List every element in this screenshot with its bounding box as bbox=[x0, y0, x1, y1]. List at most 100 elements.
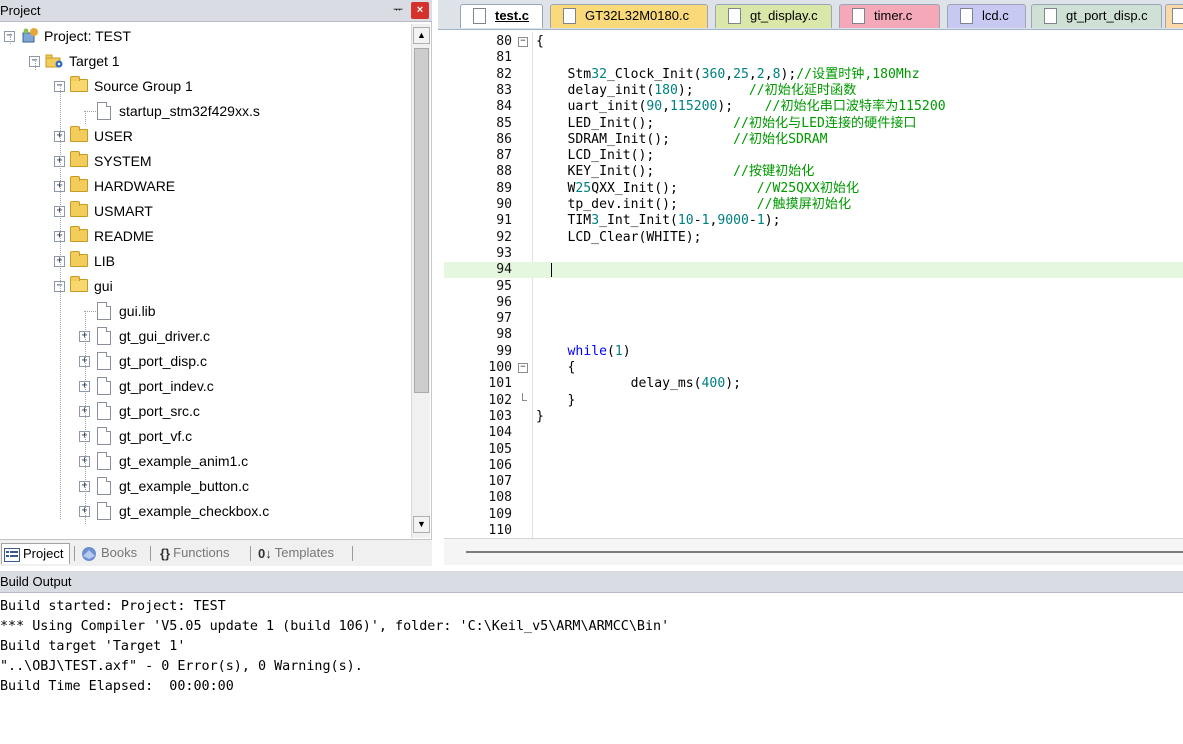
tree-item[interactable]: + LIB bbox=[0, 249, 411, 274]
code-line[interactable]: 102 } bbox=[444, 392, 1183, 409]
tree-item[interactable]: + USER bbox=[0, 124, 411, 149]
tree-item[interactable]: + gt_example_button.c bbox=[0, 474, 411, 499]
tree-item[interactable]: + gt_port_vf.c bbox=[0, 424, 411, 449]
code-line[interactable]: 95 bbox=[444, 279, 1183, 295]
fold-end-marker bbox=[522, 392, 527, 401]
tree-item[interactable]: − Source Group 1 bbox=[0, 74, 411, 99]
code-editor[interactable]: 80−{81 82 Stm32_Clock_Init(360,25,2,8);//… bbox=[444, 32, 1183, 538]
code-line[interactable]: 92 LCD_Clear(WHITE); bbox=[444, 230, 1183, 246]
code-line[interactable]: 85 LED_Init(); //初始化与LED连接的硬件接口 bbox=[444, 116, 1183, 132]
tab-books[interactable]: Books bbox=[80, 543, 137, 564]
line-number: 83 bbox=[496, 82, 512, 98]
horizontal-scroll-track[interactable] bbox=[466, 551, 1183, 553]
editor-tab-gt-port-disp-c[interactable]: gt_port_disp.c bbox=[1031, 4, 1162, 28]
code-line[interactable]: 87 LCD_Init(); bbox=[444, 148, 1183, 164]
functions-icon: {} bbox=[160, 545, 171, 561]
tree-item[interactable]: + gt_port_disp.c bbox=[0, 349, 411, 374]
code-line[interactable]: 108 bbox=[444, 490, 1183, 506]
line-number: 92 bbox=[496, 229, 512, 245]
file-icon bbox=[960, 8, 973, 24]
tree-item[interactable]: − gui bbox=[0, 274, 411, 299]
tree-item[interactable]: + gt_gui_driver.c bbox=[0, 324, 411, 349]
line-number: 102 bbox=[488, 392, 512, 408]
tree-item[interactable]: − Target 1 bbox=[0, 49, 411, 74]
line-number: 103 bbox=[488, 408, 512, 424]
code-line[interactable]: 82 Stm32_Clock_Init(360,25,2,8);//设置时钟,1… bbox=[444, 67, 1183, 83]
close-icon[interactable]: × bbox=[411, 2, 429, 19]
code-line[interactable]: 103} bbox=[444, 409, 1183, 425]
code-line[interactable]: 107 bbox=[444, 474, 1183, 490]
line-number: 86 bbox=[496, 131, 512, 147]
tab-functions[interactable]: {} Functions bbox=[160, 543, 230, 564]
code-line[interactable]: 110 bbox=[444, 523, 1183, 538]
editor-tab-gt32l32m0180-c[interactable]: GT32L32M0180.c bbox=[550, 4, 708, 28]
tab-templates[interactable]: 0↓ Templates bbox=[258, 543, 334, 564]
editor-tab-gt-display-c[interactable]: gt_display.c bbox=[715, 4, 832, 28]
code-line[interactable]: 88 KEY_Init(); //按键初始化 bbox=[444, 164, 1183, 180]
code-line[interactable]: 83 delay_init(180); //初始化延时函数 bbox=[444, 83, 1183, 99]
tree-item[interactable]: + gt_example_checkbox.c bbox=[0, 499, 411, 524]
pin-icon[interactable]: ᅲ bbox=[391, 2, 405, 18]
line-number: 89 bbox=[496, 180, 512, 196]
fold-collapse-icon[interactable]: − bbox=[518, 363, 528, 373]
code-line[interactable]: 104 bbox=[444, 425, 1183, 441]
line-number: 107 bbox=[488, 474, 512, 490]
code-text: { bbox=[536, 34, 544, 49]
code-line[interactable]: 84 uart_init(90,115200); //初始化串口波特率为1152… bbox=[444, 99, 1183, 115]
code-line[interactable]: 94 bbox=[444, 262, 1183, 279]
editor-horizontal-scrollbar[interactable] bbox=[444, 538, 1183, 565]
code-line[interactable]: 90 tp_dev.init(); //触摸屏初始化 bbox=[444, 197, 1183, 213]
code-line[interactable]: 91 TIM3_Int_Init(10-1,9000-1); bbox=[444, 213, 1183, 229]
scroll-up-arrow-icon[interactable]: ▲ bbox=[413, 27, 430, 44]
tree-vertical-scrollbar[interactable]: ▲ ▼ bbox=[411, 24, 430, 538]
code-line[interactable]: 80−{ bbox=[444, 34, 1183, 50]
code-line[interactable]: 97 bbox=[444, 311, 1183, 327]
scroll-down-arrow-icon[interactable]: ▼ bbox=[413, 516, 430, 533]
tree-item[interactable]: + HARDWARE bbox=[0, 174, 411, 199]
tree-item[interactable]: + README bbox=[0, 224, 411, 249]
editor-tab-test-c[interactable]: test.c bbox=[460, 4, 543, 28]
code-line[interactable]: 89 W25QXX_Init(); //W25QXX初始化 bbox=[444, 181, 1183, 197]
editor-tab-overflow[interactable] bbox=[1165, 4, 1183, 28]
code-line[interactable]: 96 bbox=[444, 295, 1183, 311]
file-icon bbox=[97, 352, 111, 370]
line-number: 99 bbox=[496, 343, 512, 359]
line-number: 84 bbox=[496, 99, 512, 115]
tree-item[interactable]: − Project: TEST bbox=[0, 24, 411, 49]
fold-collapse-icon[interactable]: − bbox=[518, 37, 528, 47]
editor-tab-lcd-c[interactable]: lcd.c bbox=[947, 4, 1026, 28]
code-line[interactable]: 106 bbox=[444, 458, 1183, 474]
code-text: } bbox=[536, 408, 544, 424]
tree-connector bbox=[35, 61, 36, 70]
code-text: Stm32_Clock_Init(360,25,2,8);//设置时钟,180M… bbox=[536, 66, 920, 82]
tree-item[interactable]: + gt_port_src.c bbox=[0, 399, 411, 424]
scroll-thumb[interactable] bbox=[414, 48, 429, 393]
code-line[interactable]: 81 bbox=[444, 50, 1183, 66]
tree-item-label: gt_port_indev.c bbox=[119, 378, 214, 394]
tab-project[interactable]: Project bbox=[1, 543, 70, 564]
code-line[interactable]: 105 bbox=[444, 442, 1183, 458]
tree-item[interactable]: startup_stm32f429xx.s bbox=[0, 99, 411, 124]
tree-item[interactable]: + SYSTEM bbox=[0, 149, 411, 174]
code-line[interactable]: 101 delay_ms(400); bbox=[444, 376, 1183, 392]
editor-tab-label: lcd.c bbox=[982, 8, 1009, 23]
code-line[interactable]: 100− { bbox=[444, 360, 1183, 376]
tree-item[interactable]: + gt_port_indev.c bbox=[0, 374, 411, 399]
tree-item[interactable]: + gt_example_anim1.c bbox=[0, 449, 411, 474]
code-line[interactable]: 86 SDRAM_Init(); //初始化SDRAM bbox=[444, 132, 1183, 148]
tree-connector bbox=[60, 86, 61, 519]
tree-item-label: gt_example_button.c bbox=[119, 478, 249, 494]
line-number: 101 bbox=[488, 376, 512, 392]
code-text: KEY_Init(); //按键初始化 bbox=[536, 164, 815, 180]
tree-item[interactable]: gui.lib bbox=[0, 299, 411, 324]
tree-item[interactable]: + USMART bbox=[0, 199, 411, 224]
tree-item-label: gt_example_anim1.c bbox=[119, 453, 249, 469]
editor-tab-label: gt_display.c bbox=[750, 8, 818, 23]
code-text: TIM3_Int_Init(10-1,9000-1); bbox=[536, 213, 781, 229]
editor-tab-timer-c[interactable]: timer.c bbox=[839, 4, 940, 28]
folder-icon bbox=[70, 126, 88, 142]
code-line[interactable]: 99 while(1) bbox=[444, 344, 1183, 360]
code-line[interactable]: 93 bbox=[444, 246, 1183, 262]
code-line[interactable]: 98 bbox=[444, 327, 1183, 343]
code-line[interactable]: 109 bbox=[444, 507, 1183, 523]
